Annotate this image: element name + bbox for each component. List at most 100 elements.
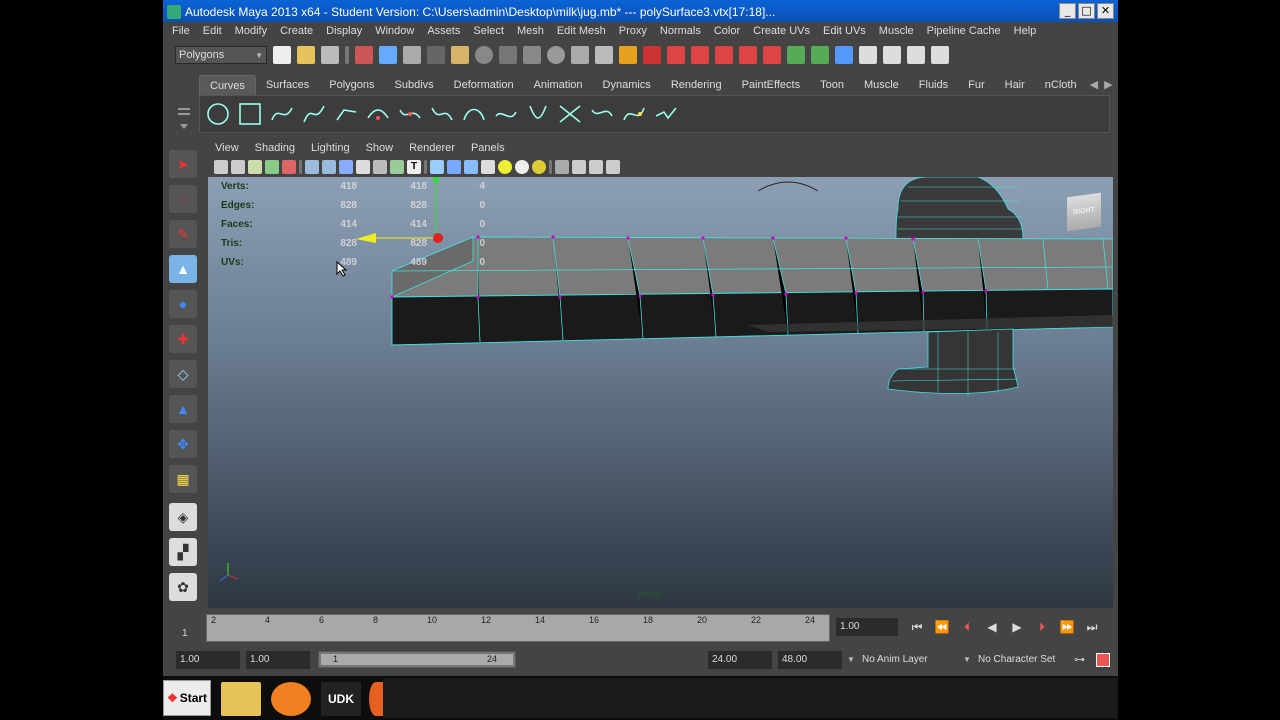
menu-modify[interactable]: Modify: [235, 25, 267, 37]
select-object-icon[interactable]: [379, 46, 397, 64]
image-plane-icon[interactable]: [265, 160, 279, 174]
last-tool-used-icon[interactable]: ▦: [169, 465, 197, 493]
render-current-frame-icon[interactable]: [883, 46, 901, 64]
attach-curves-icon[interactable]: [398, 102, 422, 126]
anim-layer-selector[interactable]: No Anim Layer: [844, 651, 928, 669]
shelf-tab-dynamics[interactable]: Dynamics: [593, 75, 661, 95]
range-slider[interactable]: 1 24: [318, 651, 516, 668]
lock-selection-icon[interactable]: [427, 46, 445, 64]
shelf-tab-ncloth[interactable]: nCloth: [1035, 75, 1087, 95]
lock-icon[interactable]: [619, 46, 637, 64]
xray-components-icon[interactable]: [606, 160, 620, 174]
character-set-selector[interactable]: No Character Set: [960, 651, 1055, 669]
wireframe-icon[interactable]: [430, 160, 444, 174]
menu-file[interactable]: File: [172, 25, 190, 37]
pencil-curve-tool-icon[interactable]: [334, 102, 358, 126]
render-settings-icon[interactable]: [931, 46, 949, 64]
insert-knot-icon[interactable]: [462, 102, 486, 126]
snap-to-curve-icon[interactable]: [691, 46, 709, 64]
select-help-icon[interactable]: [595, 46, 613, 64]
extend-curve-icon[interactable]: [494, 102, 518, 126]
shelf-menu-handle-icon[interactable]: [177, 100, 191, 134]
step-back-key-icon[interactable]: ⏴: [958, 618, 976, 636]
move-tool-icon[interactable]: ▲: [169, 255, 197, 283]
menu-mesh[interactable]: Mesh: [517, 25, 544, 37]
udk-taskbar-icon[interactable]: UDK: [321, 682, 361, 716]
gate-mask-icon[interactable]: [356, 160, 370, 174]
menu-edit[interactable]: Edit: [203, 25, 222, 37]
panel-menu-shading[interactable]: Shading: [255, 142, 295, 154]
animation-start-field[interactable]: 1.00: [176, 651, 240, 669]
offset-curve-icon[interactable]: [526, 102, 550, 126]
select-camera-icon[interactable]: [214, 160, 228, 174]
minimize-button[interactable]: _: [1059, 3, 1076, 19]
make-live-icon[interactable]: [763, 46, 781, 64]
shelf-tab-deformation[interactable]: Deformation: [444, 75, 524, 95]
playback-end-field[interactable]: 24.00: [708, 651, 772, 669]
select-component-icon[interactable]: [403, 46, 421, 64]
camera-attributes-icon[interactable]: [231, 160, 245, 174]
soft-modification-icon[interactable]: ▲: [169, 395, 197, 423]
circle-curve-icon[interactable]: [206, 102, 230, 126]
safe-title-icon[interactable]: T: [407, 160, 421, 174]
safe-action-icon[interactable]: [390, 160, 404, 174]
history-output-icon[interactable]: [811, 46, 829, 64]
cv-curve-tool-icon[interactable]: [270, 102, 294, 126]
perspective-viewport[interactable]: Verts: 418 418 4 Edges: 828 828 0 Faces:…: [208, 177, 1113, 608]
step-forward-frame-icon[interactable]: ⏩: [1058, 618, 1076, 636]
shelf-tab-hair[interactable]: Hair: [995, 75, 1035, 95]
menu-edit-mesh[interactable]: Edit Mesh: [557, 25, 606, 37]
scale-tool-icon[interactable]: ✚: [169, 325, 197, 353]
menu-pipeline-cache[interactable]: Pipeline Cache: [927, 25, 1001, 37]
menu-window[interactable]: Window: [375, 25, 414, 37]
firefox-taskbar-icon[interactable]: [369, 682, 383, 716]
select-misc-icon[interactable]: [571, 46, 589, 64]
construction-history-icon[interactable]: [835, 46, 853, 64]
panel-menu-panels[interactable]: Panels: [471, 142, 505, 154]
show-manipulator-icon[interactable]: ✥: [169, 430, 197, 458]
panel-menu-renderer[interactable]: Renderer: [409, 142, 455, 154]
select-by-vertex-icon[interactable]: [451, 46, 469, 64]
wireframe-on-shaded-icon[interactable]: [464, 160, 478, 174]
fillet-curve-icon[interactable]: [622, 102, 646, 126]
shadows-icon[interactable]: [532, 160, 546, 174]
shelf-tab-rendering[interactable]: Rendering: [661, 75, 732, 95]
shelf-tab-surfaces[interactable]: Surfaces: [256, 75, 319, 95]
select-by-edge-icon[interactable]: [499, 46, 517, 64]
menu-set-selector[interactable]: Polygons: [175, 46, 267, 64]
animation-end-field[interactable]: 48.00: [778, 651, 842, 669]
render-view-icon[interactable]: [859, 46, 877, 64]
menu-help[interactable]: Help: [1014, 25, 1037, 37]
blender-taskbar-icon[interactable]: [271, 682, 311, 716]
film-gate-icon[interactable]: [322, 160, 336, 174]
play-forwards-icon[interactable]: ▶: [1008, 618, 1026, 636]
go-to-end-icon[interactable]: ⏭: [1083, 618, 1101, 636]
add-points-tool-icon[interactable]: [654, 102, 678, 126]
time-slider-bar[interactable]: 2 4 6 8 10 12 14 16 18 20 22 24: [206, 614, 830, 642]
preferences-icon[interactable]: [1096, 653, 1110, 667]
xray-icon[interactable]: [572, 160, 586, 174]
use-default-lighting-icon[interactable]: [498, 160, 512, 174]
highlight-selection-icon[interactable]: [643, 46, 661, 64]
shelf-scroll-right-icon[interactable]: ▶: [1101, 75, 1115, 95]
shelf-tab-fur[interactable]: Fur: [958, 75, 995, 95]
four-view-layout-icon[interactable]: ▞: [169, 538, 197, 566]
snap-to-point-icon[interactable]: [715, 46, 733, 64]
arc-tool-icon[interactable]: [366, 102, 390, 126]
grid-icon[interactable]: [305, 160, 319, 174]
maximize-button[interactable]: □: [1078, 3, 1095, 19]
menu-create-uvs[interactable]: Create UVs: [753, 25, 810, 37]
auto-key-icon[interactable]: ⊶: [1074, 653, 1085, 666]
close-button[interactable]: ✕: [1097, 3, 1114, 19]
rebuild-curve-icon[interactable]: [590, 102, 614, 126]
select-tool-icon[interactable]: ➤: [169, 150, 197, 178]
step-back-frame-icon[interactable]: ⏪: [933, 618, 951, 636]
new-scene-icon[interactable]: [273, 46, 291, 64]
xray-joints-icon[interactable]: [589, 160, 603, 174]
universal-manipulator-icon[interactable]: ◇: [169, 360, 197, 388]
menu-create[interactable]: Create: [280, 25, 313, 37]
lasso-tool-icon[interactable]: ◌: [169, 185, 197, 213]
shelf-tab-animation[interactable]: Animation: [524, 75, 593, 95]
menu-display[interactable]: Display: [326, 25, 362, 37]
textured-icon[interactable]: [481, 160, 495, 174]
